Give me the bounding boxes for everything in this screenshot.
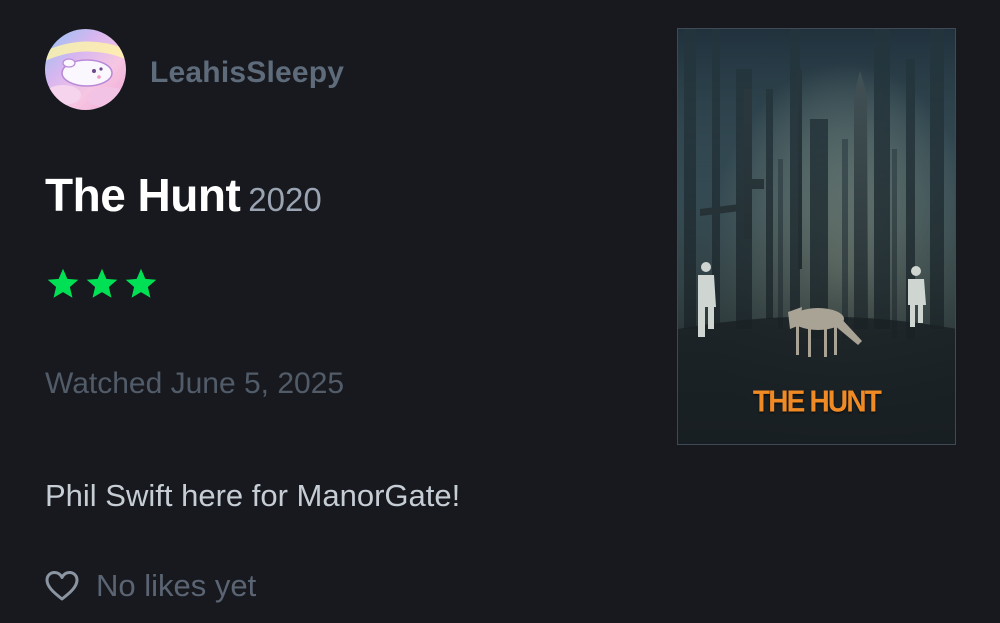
film-heading: The Hunt 2020 xyxy=(45,168,322,222)
film-title[interactable]: The Hunt xyxy=(45,169,241,221)
watched-date: Watched June 5, 2025 xyxy=(45,367,345,400)
review-text: Phil Swift here for ManorGate! xyxy=(45,478,461,513)
user-avatar[interactable] xyxy=(45,29,126,110)
star-icon xyxy=(125,268,157,298)
avatar-image xyxy=(45,29,126,110)
poster-title: THE HUNT xyxy=(752,384,882,419)
film-poster[interactable]: THE HUNT xyxy=(677,28,956,445)
username[interactable]: LeahisSleepy xyxy=(150,56,344,90)
likes-row: No likes yet xyxy=(45,568,256,604)
heart-outline-icon[interactable] xyxy=(45,570,79,602)
star-rating xyxy=(45,266,159,302)
likes-count: No likes yet xyxy=(96,568,257,603)
film-year[interactable]: 2020 xyxy=(248,181,321,218)
star-icon xyxy=(86,268,118,298)
star-icon xyxy=(47,268,79,298)
poster-artwork xyxy=(678,29,955,444)
